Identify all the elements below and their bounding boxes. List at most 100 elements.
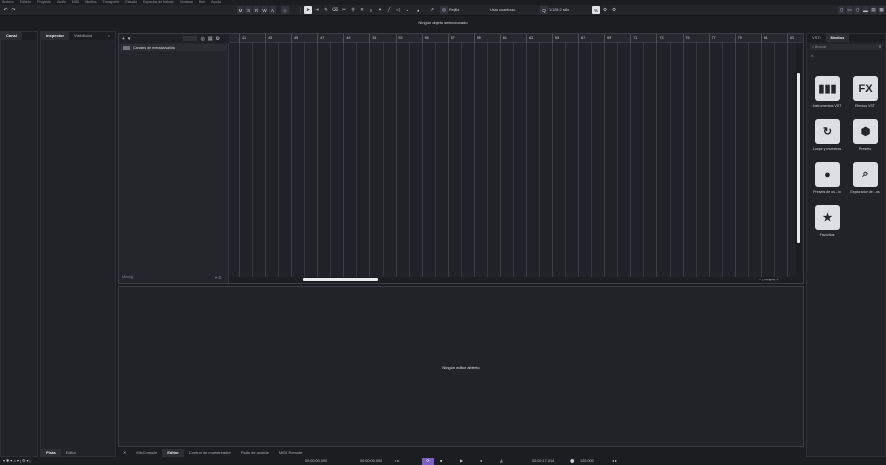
settings-icon[interactable]: ⚙ — [216, 36, 220, 42]
window-layout-icon[interactable]: ▦ — [878, 6, 885, 14]
right-locator[interactable]: 00:00:00.000 — [360, 458, 382, 465]
snap-toggle-icon[interactable]: ◎ — [440, 6, 448, 14]
browser-icon[interactable]: ⌕ — [853, 162, 878, 187]
grid-line — [486, 43, 488, 279]
tab-pista[interactable]: Pista — [41, 449, 61, 457]
zoom-tool-icon[interactable]: ⌕ — [367, 6, 375, 14]
media-tile-label: Favoritos — [819, 233, 835, 237]
mode-button-s[interactable]: S — [245, 6, 252, 14]
ruler-bar-label: 53 — [395, 34, 422, 43]
layout-info-icon[interactable]: ▤ — [870, 6, 877, 14]
snap-type-dropdown[interactable]: Rejilla — [449, 6, 485, 14]
time-signature-icon[interactable]: ◂ ▸ — [612, 458, 617, 465]
track-options-icon[interactable]: ▾ — [128, 36, 131, 42]
record-icon[interactable]: ● — [480, 458, 482, 465]
grid-line — [369, 43, 371, 279]
fx-icon[interactable]: FX — [853, 76, 878, 101]
tab-visibilidad[interactable]: Visibilidad — [69, 32, 97, 40]
tab-inspector[interactable]: Inspector — [41, 32, 70, 40]
grid-line — [721, 43, 723, 279]
no-editor-message: Ningún editor abierto — [442, 365, 480, 370]
glue-tool-icon[interactable]: ⚲ — [349, 6, 357, 14]
split-tool-icon[interactable]: ✂ — [340, 6, 348, 14]
loop-icon[interactable]: ↻ — [815, 119, 840, 144]
star-icon[interactable]: ★ — [815, 205, 840, 230]
tab-editor-left[interactable]: Editor — [61, 449, 81, 457]
grid-type-dropdown[interactable]: Usar cuantizac. — [490, 6, 536, 14]
layout-right-icon[interactable]: ▯ — [854, 6, 861, 14]
close-lower-zone-icon[interactable]: ✕ — [118, 449, 131, 457]
eraser-tool-icon[interactable]: ⌫ — [331, 6, 339, 14]
speaker-tool-icon[interactable]: ◁ — [394, 6, 402, 14]
add-track-icon[interactable]: + — [122, 36, 125, 42]
layout-left-icon[interactable]: ▯ — [838, 6, 845, 14]
ruler-bar-label: 61 — [499, 34, 526, 43]
track-filter-field[interactable] — [183, 36, 198, 41]
stop-icon[interactable]: ■ — [440, 458, 442, 465]
event-display[interactable] — [229, 43, 803, 279]
range-tool-icon[interactable]: ⇥ — [313, 6, 321, 14]
color-tool-icon[interactable]: ◕ — [414, 6, 422, 14]
automation-icon[interactable]: ⬦ — [281, 6, 289, 14]
tab-midi-remote[interactable]: MIDI Remote — [274, 449, 308, 457]
grid-line — [669, 43, 671, 279]
pencil-tool-icon[interactable]: ✎ — [322, 6, 330, 14]
time-warp-icon[interactable]: ◔ — [403, 6, 411, 14]
metronome-icon[interactable]: ◭ — [500, 458, 503, 465]
tempo-display[interactable]: 120.000 — [580, 458, 594, 465]
tab-canal[interactable]: Canal — [1, 32, 22, 40]
track-list-expand-icon[interactable]: ▾ ⚙ — [215, 275, 221, 280]
lower-zone: Ningún editor abierto — [118, 286, 804, 447]
sync-icon-transport[interactable]: ⬤ — [570, 458, 574, 465]
layout-lower-icon[interactable]: ▭ — [846, 6, 853, 14]
pointer-tool-icon[interactable]: ➤ — [304, 6, 312, 14]
transport-menu-icon[interactable]: ▾ ✱ ▾ ♫ ▾ | ⚙ ▾ | — [3, 458, 30, 465]
grid-line — [304, 43, 306, 279]
line-tool-icon[interactable]: ╱ — [385, 6, 393, 14]
tab-mixconsole[interactable]: MixConsole — [131, 449, 162, 457]
zoom-controls[interactable]: − ▪ ━━●━━ + — [759, 277, 778, 283]
nudge-icon[interactable]: ↗ — [428, 6, 436, 14]
ruler-bar-label: 67 — [578, 34, 604, 43]
vertical-scrollbar[interactable] — [796, 43, 802, 277]
horizontal-scrollbar[interactable]: − ▪ ━━●━━ + — [229, 277, 803, 283]
close-icon[interactable]: × — [103, 32, 115, 40]
mode-button-r[interactable]: R — [253, 6, 260, 14]
mode-button-w[interactable]: W — [261, 6, 268, 14]
ruler-bar-label: 41 — [239, 34, 265, 43]
layout-transport-icon[interactable]: ▬ — [862, 6, 869, 14]
tab-chord-pads[interactable]: Pads de acorde — [236, 449, 274, 457]
folder-icon — [123, 45, 130, 50]
mode-button-a[interactable]: A — [269, 6, 276, 14]
layout-icon[interactable]: ▤ — [208, 36, 213, 42]
timeline-ruler[interactable]: 41 43 45 47 49 51 53 55 57 59 61 63 65 67 69 71 73 75 77 79… — [229, 34, 803, 43]
piano-icon[interactable]: ▮▮▮ — [815, 76, 840, 101]
ruler-bar-label: 63 — [526, 34, 552, 43]
tab-editor[interactable]: Editor — [162, 449, 184, 457]
undo-icon[interactable]: ↶ — [2, 6, 9, 14]
quantize-icon[interactable]: Q — [540, 6, 548, 14]
left-locator[interactable]: 00:00:00.000 — [305, 458, 327, 465]
user-presets-icon[interactable]: ● — [815, 162, 840, 187]
grid-line — [447, 43, 449, 279]
cycle-button[interactable]: ⟳ — [422, 458, 434, 465]
punch-icon[interactable]: ▪ ▸ — [395, 458, 399, 465]
iterative-quantize-icon[interactable]: % — [592, 6, 600, 14]
comp-tool-icon[interactable]: ✦ — [376, 6, 384, 14]
vertical-scroll-thumb[interactable] — [797, 73, 800, 243]
tab-sampler-control[interactable]: Control de muestreador — [184, 449, 236, 457]
folder-track[interactable]: Canales de entrada/salida — [121, 44, 227, 51]
presets-icon[interactable]: ⬢ — [853, 119, 878, 144]
sync-icon[interactable]: ◎ — [200, 36, 204, 42]
mute-tool-icon[interactable]: ✕ — [358, 6, 366, 14]
quantize-settings-icon[interactable]: ⚙ — [610, 6, 618, 14]
quantize-value-dropdown[interactable]: 1/128 2 sillo — [549, 6, 589, 14]
mode-button-m[interactable]: M — [237, 6, 244, 14]
redo-icon[interactable]: ↷ — [10, 6, 17, 14]
position-display[interactable]: 00:02:17.014 — [532, 458, 554, 465]
play-icon[interactable]: ▶ — [460, 458, 463, 465]
grid-line — [643, 43, 645, 279]
quantize-panel-icon[interactable]: ⚙ — [601, 6, 609, 14]
horizontal-scroll-thumb[interactable] — [303, 278, 378, 281]
channel-panel: Canal — [0, 31, 38, 457]
